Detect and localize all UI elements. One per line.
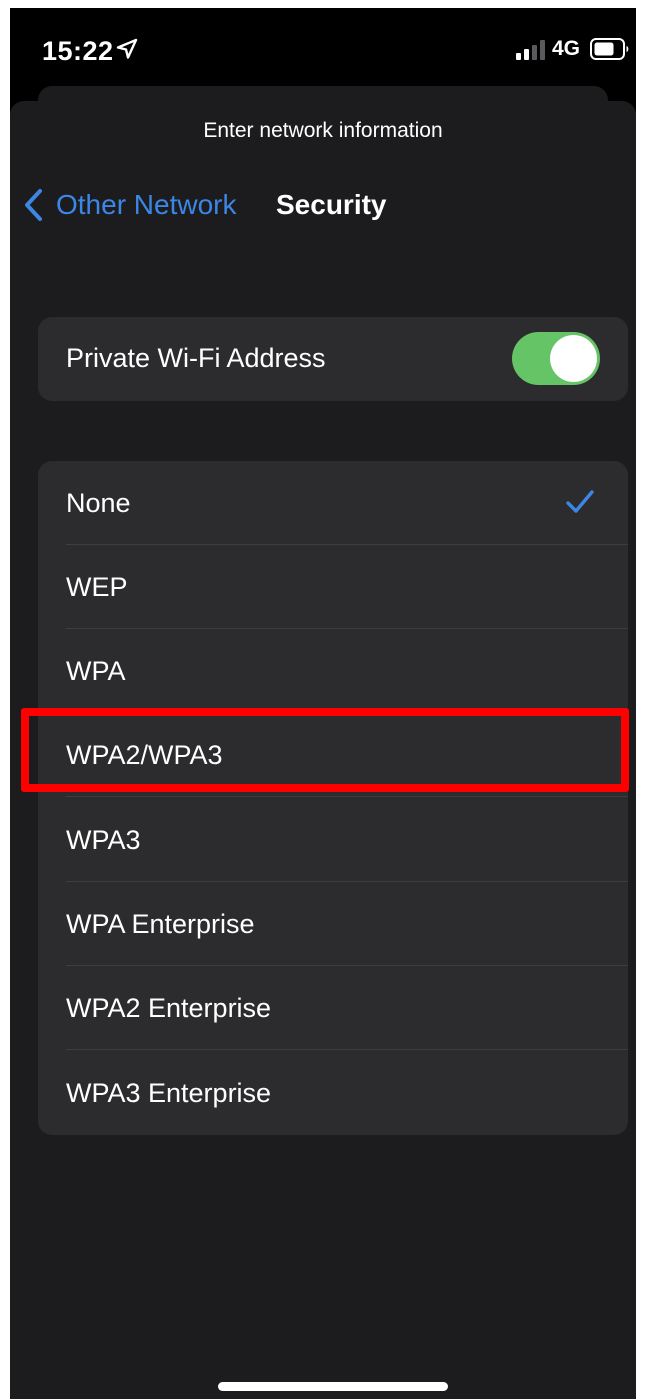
security-option-none[interactable]: None <box>38 461 628 545</box>
chevron-left-icon <box>25 189 42 221</box>
network-type: 4G <box>552 37 581 60</box>
page-title: Security <box>276 189 387 220</box>
option-label: None <box>66 488 131 518</box>
security-option-wpa-enterprise[interactable]: WPA Enterprise <box>38 882 628 966</box>
security-option-wpa3-enterprise[interactable]: WPA3 Enterprise <box>38 1051 628 1135</box>
home-indicator[interactable] <box>218 1382 448 1391</box>
option-label: WPA2 Enterprise <box>66 993 272 1023</box>
back-button[interactable]: Other Network <box>22 185 237 225</box>
private-wifi-card: Private Wi-Fi Address <box>38 317 628 401</box>
location-arrow-icon <box>116 38 138 59</box>
status-bar: 15:22 4G <box>10 8 636 88</box>
option-label: WPA3 Enterprise <box>66 1078 272 1108</box>
cellular-signal-icon <box>516 40 545 60</box>
option-label: WPA Enterprise <box>66 909 255 939</box>
toggle-knob <box>550 335 597 382</box>
sheet-title: Enter network information <box>203 119 443 142</box>
phone-screen: 15:22 4G Enter network information Other… <box>10 8 636 1399</box>
security-option-wpa2-enterprise[interactable]: WPA2 Enterprise <box>38 966 628 1050</box>
back-button-label: Other Network <box>56 189 237 220</box>
checkmark-icon <box>566 490 594 513</box>
security-option-wpa2-wpa3[interactable]: WPA2/WPA3 <box>38 713 628 797</box>
network-sheet: Enter network information Other Network … <box>10 101 636 1399</box>
security-option-wpa3[interactable]: WPA3 <box>38 798 628 882</box>
private-wifi-label: Private Wi-Fi Address <box>66 343 326 373</box>
private-wifi-toggle[interactable] <box>512 332 600 385</box>
divider <box>66 1049 628 1050</box>
option-label: WEP <box>66 572 128 602</box>
security-option-wpa[interactable]: WPA <box>38 629 628 713</box>
option-label: WPA3 <box>66 825 141 855</box>
divider <box>66 796 628 797</box>
status-time: 15:22 <box>42 36 114 66</box>
battery-icon <box>590 38 629 60</box>
security-option-wep[interactable]: WEP <box>38 545 628 629</box>
security-options-list: None WEP WPA WPA2/WPA3 WPA3 WPA Enterpri… <box>38 461 628 1135</box>
option-label: WPA <box>66 656 126 686</box>
option-label: WPA2/WPA3 <box>66 740 223 770</box>
